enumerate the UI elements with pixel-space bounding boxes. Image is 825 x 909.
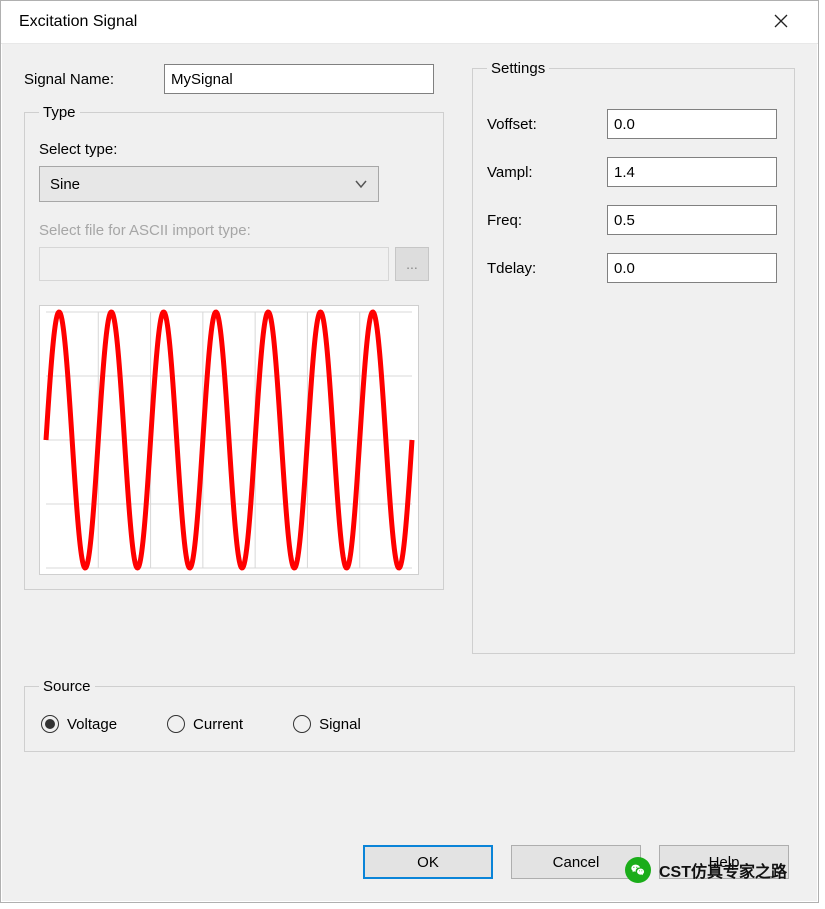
source-radio[interactable]: Voltage (41, 715, 117, 733)
setting-label: Freq: (487, 212, 607, 229)
dialog-body: Signal Name: Type Select type: Sine Sele… (2, 44, 817, 901)
type-legend: Type (39, 104, 80, 121)
cancel-button[interactable]: Cancel (511, 845, 641, 879)
radio-label: Signal (319, 716, 361, 733)
signal-name-input[interactable] (164, 64, 434, 94)
radio-label: Current (193, 716, 243, 733)
browse-button: ... (395, 247, 429, 281)
setting-input[interactable] (607, 157, 777, 187)
source-legend: Source (39, 678, 95, 695)
type-dropdown[interactable]: Sine (39, 166, 379, 202)
setting-row: Freq: (487, 205, 780, 235)
radio-input[interactable] (293, 715, 311, 733)
setting-row: Tdelay: (487, 253, 780, 283)
excitation-signal-dialog: Excitation Signal Signal Name: Type Sele… (0, 0, 819, 903)
signal-name-label: Signal Name: (24, 71, 164, 88)
signal-preview (39, 305, 419, 575)
setting-label: Vampl: (487, 164, 607, 181)
type-group: Type Select type: Sine Select file for A… (24, 104, 444, 590)
type-dropdown-value: Sine (50, 176, 354, 193)
source-radio[interactable]: Current (167, 715, 243, 733)
setting-input[interactable] (607, 205, 777, 235)
settings-legend: Settings (487, 60, 549, 77)
source-radio[interactable]: Signal (293, 715, 361, 733)
titlebar: Excitation Signal (1, 1, 818, 44)
help-button[interactable]: Help (659, 845, 789, 879)
radio-label: Voltage (67, 716, 117, 733)
setting-input[interactable] (607, 109, 777, 139)
signal-name-row: Signal Name: (24, 64, 444, 94)
radio-input[interactable] (167, 715, 185, 733)
ascii-file-input (39, 247, 389, 281)
dialog-buttons: OK Cancel Help (363, 845, 789, 879)
setting-input[interactable] (607, 253, 777, 283)
chevron-down-icon (354, 177, 368, 191)
select-type-label: Select type: (39, 141, 429, 158)
window-title: Excitation Signal (19, 13, 137, 31)
signal-preview-plot (40, 306, 418, 574)
source-group: Source Voltage Current Signal (24, 678, 795, 752)
close-button[interactable] (758, 7, 804, 37)
setting-label: Tdelay: (487, 260, 607, 277)
setting-row: Vampl: (487, 157, 780, 187)
ok-button[interactable]: OK (363, 845, 493, 879)
setting-row: Voffset: (487, 109, 780, 139)
settings-group: Settings Voffset: Vampl: Freq: Tdelay: (472, 60, 795, 654)
ascii-import-label: Select file for ASCII import type: (39, 222, 429, 239)
setting-label: Voffset: (487, 116, 607, 133)
radio-input[interactable] (41, 715, 59, 733)
close-icon (774, 14, 788, 31)
